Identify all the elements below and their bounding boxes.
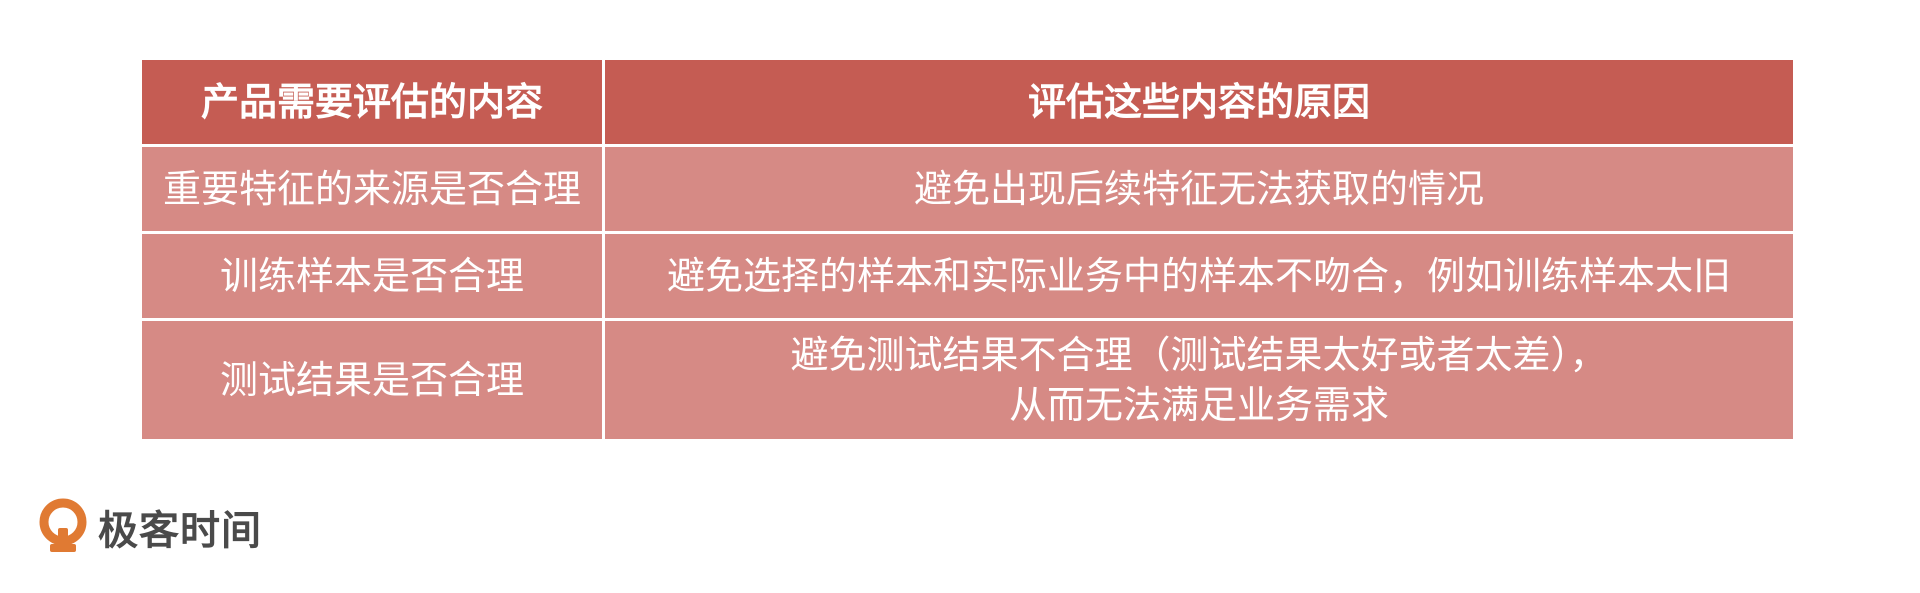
reason-cell: 避免选择的样本和实际业务中的样本不吻合，例如训练样本太旧 — [602, 231, 1796, 321]
comparison-table-container: 产品需要评估的内容 评估这些内容的原因 重要特征的来源是否合理 避免出现后续特征… — [139, 57, 1796, 442]
column-header-reason: 评估这些内容的原因 — [602, 57, 1796, 147]
geektime-logo-icon — [38, 498, 88, 556]
table-header-row: 产品需要评估的内容 评估这些内容的原因 — [139, 57, 1796, 147]
table-row: 重要特征的来源是否合理 避免出现后续特征无法获取的情况 — [139, 144, 1796, 234]
reason-text: 避免选择的样本和实际业务中的样本不吻合，例如训练样本太旧 — [666, 254, 1731, 298]
reason-cell: 避免出现后续特征无法获取的情况 — [602, 144, 1796, 234]
evaluation-item-cell: 测试结果是否合理 — [139, 318, 605, 442]
evaluation-item-cell: 训练样本是否合理 — [139, 231, 605, 321]
table-row: 训练样本是否合理 避免选择的样本和实际业务中的样本不吻合，例如训练样本太旧 — [139, 231, 1796, 321]
column-header-evaluation-item: 产品需要评估的内容 — [139, 57, 605, 147]
evaluation-item-cell: 重要特征的来源是否合理 — [139, 144, 605, 234]
brand-logo: 极客时间 — [38, 498, 262, 556]
evaluation-table: 产品需要评估的内容 评估这些内容的原因 重要特征的来源是否合理 避免出现后续特征… — [139, 57, 1796, 442]
table-row: 测试结果是否合理 避免测试结果不合理（测试结果太好或者太差）， 从而无法满足业务… — [139, 318, 1796, 442]
reason-cell: 避免测试结果不合理（测试结果太好或者太差）， 从而无法满足业务需求 — [602, 318, 1796, 442]
reason-text-line-1: 避免测试结果不合理（测试结果太好或者太差）， — [790, 333, 1608, 377]
reason-text-line-2: 从而无法满足业务需求 — [1008, 383, 1389, 427]
brand-name: 极客时间 — [98, 508, 262, 554]
reason-text: 避免出现后续特征无法获取的情况 — [913, 167, 1484, 211]
